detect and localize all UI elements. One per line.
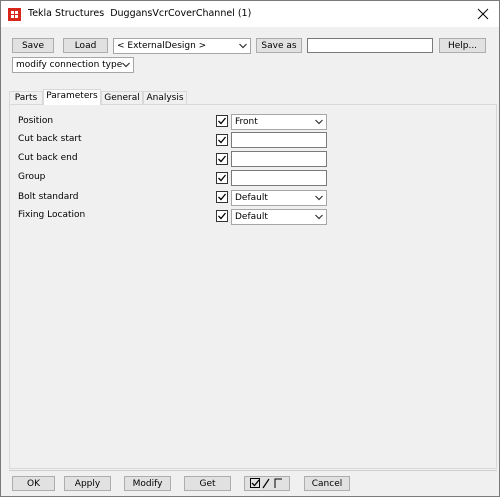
- fixing-location-checkbox[interactable]: [216, 210, 228, 222]
- cut-back-end-checkbox[interactable]: [216, 153, 228, 165]
- tab-general[interactable]: General: [101, 91, 143, 104]
- check-toggle-icon[interactable]: [244, 476, 290, 491]
- window-title: Tekla Structures DuggansVcrCoverChannel …: [28, 8, 252, 19]
- position-dropdown[interactable]: Front: [231, 114, 327, 130]
- tab-parts[interactable]: Parts: [9, 91, 43, 104]
- title-bar: Tekla Structures DuggansVcrCoverChannel …: [1, 1, 499, 27]
- connection-mode-value: modify connection type: [16, 60, 123, 70]
- cut-back-start-input[interactable]: [231, 132, 327, 148]
- load-button[interactable]: Load: [63, 38, 108, 53]
- chevron-down-icon: [239, 43, 247, 49]
- modify-button[interactable]: Modify: [124, 476, 171, 491]
- footer-separator: [9, 470, 497, 471]
- fixing-location-label: Fixing Location: [18, 210, 86, 220]
- bolt-standard-value: Default: [235, 193, 268, 203]
- fixing-location-dropdown[interactable]: Default: [231, 209, 327, 225]
- chevron-down-icon: [315, 119, 323, 125]
- group-input[interactable]: [231, 170, 327, 186]
- cut-back-end-input[interactable]: [231, 151, 327, 167]
- tab-parameters[interactable]: Parameters: [43, 89, 101, 105]
- cut-back-end-label: Cut back end: [18, 153, 78, 163]
- close-icon[interactable]: [472, 4, 494, 24]
- dialog-window: Tekla Structures DuggansVcrCoverChannel …: [0, 0, 500, 497]
- connection-mode-dropdown[interactable]: modify connection type: [12, 57, 134, 73]
- tab-analysis[interactable]: Analysis: [143, 91, 187, 104]
- position-label: Position: [18, 116, 54, 126]
- get-button[interactable]: Get: [184, 476, 231, 491]
- chevron-down-icon: [315, 195, 323, 201]
- fixing-location-value: Default: [235, 212, 268, 222]
- tekla-app-icon: [8, 8, 21, 21]
- apply-button[interactable]: Apply: [64, 476, 111, 491]
- preset-value: < ExternalDesign >: [117, 41, 207, 51]
- cancel-button[interactable]: Cancel: [304, 476, 350, 491]
- chevron-down-icon: [122, 62, 130, 68]
- ok-button[interactable]: OK: [12, 476, 55, 491]
- save-as-button[interactable]: Save as: [256, 38, 302, 53]
- save-as-name-input[interactable]: [307, 38, 433, 53]
- group-checkbox[interactable]: [216, 172, 228, 184]
- help-button[interactable]: Help...: [439, 38, 486, 53]
- position-value: Front: [235, 117, 258, 127]
- save-button[interactable]: Save: [12, 38, 54, 53]
- bolt-standard-dropdown[interactable]: Default: [231, 190, 327, 206]
- bolt-standard-label: Bolt standard: [18, 192, 79, 202]
- position-checkbox[interactable]: [216, 115, 228, 127]
- group-label: Group: [18, 172, 46, 182]
- chevron-down-icon: [315, 214, 323, 220]
- cut-back-start-checkbox[interactable]: [216, 134, 228, 146]
- preset-dropdown[interactable]: < ExternalDesign >: [113, 38, 251, 54]
- cut-back-start-label: Cut back start: [18, 134, 82, 144]
- bolt-standard-checkbox[interactable]: [216, 191, 228, 203]
